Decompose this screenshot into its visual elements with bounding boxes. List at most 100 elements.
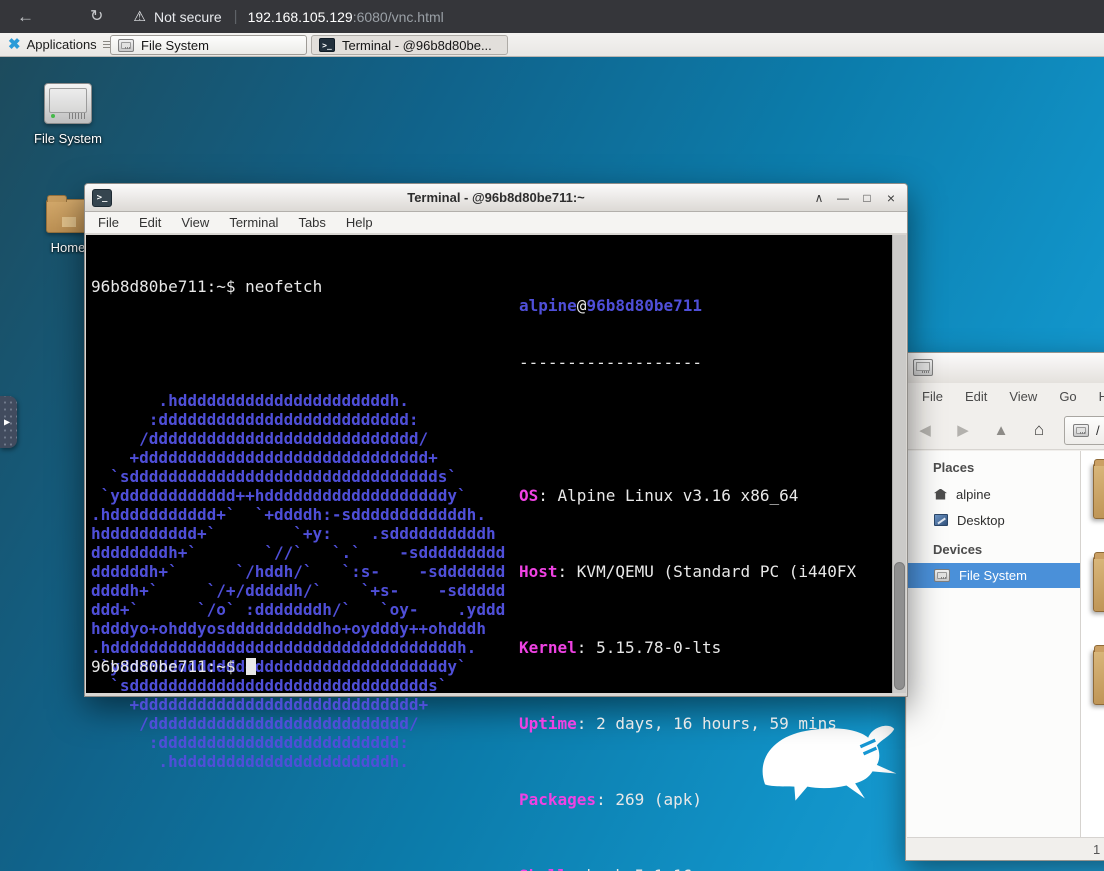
- info-row: OS: Alpine Linux v3.16 x86_64: [519, 486, 866, 505]
- terminal-icon: >_: [319, 38, 335, 52]
- forward-icon[interactable]: ▶: [944, 421, 982, 439]
- shade-button[interactable]: ∧: [807, 184, 831, 212]
- devices-header: Devices: [907, 533, 1080, 563]
- taskbar-button-label: Terminal - @96b8d80be...: [342, 38, 492, 53]
- at-sign: @: [577, 296, 587, 315]
- warning-icon[interactable]: ⚠: [133, 8, 146, 25]
- desktop-icon-file-system[interactable]: File System: [13, 83, 123, 146]
- sidebar-item-label: File System: [959, 568, 1027, 583]
- neofetch-info: alpine@96b8d80be711 ------------------- …: [519, 258, 866, 871]
- menu-item[interactable]: File: [911, 389, 954, 404]
- user-name: alpine: [519, 296, 577, 315]
- info-row: Kernel: 5.15.78-0-lts: [519, 638, 866, 657]
- menu-item[interactable]: Help: [1088, 389, 1104, 404]
- taskbar-button-file-system[interactable]: File System: [110, 35, 307, 55]
- sidebar-item-desktop[interactable]: Desktop: [907, 507, 1080, 533]
- up-icon[interactable]: ▲: [982, 422, 1020, 439]
- drive-icon: [934, 569, 950, 582]
- desktop-icon: [934, 514, 948, 526]
- terminal-window[interactable]: >_ Terminal - @96b8d80be711:~ ∧ — □ × Fi…: [84, 183, 908, 697]
- home-icon[interactable]: ⌂: [1020, 420, 1058, 440]
- folder-icon[interactable]: [1093, 649, 1104, 705]
- host-name: 96b8d80be711: [586, 296, 702, 315]
- drive-icon: [1073, 424, 1089, 437]
- menu-item[interactable]: Tabs: [288, 215, 335, 230]
- sidebar-item-file-system[interactable]: File System: [907, 563, 1080, 588]
- url-host: 192.168.105.129: [248, 9, 353, 25]
- statusbar-text: 1: [1093, 842, 1100, 857]
- menu-item[interactable]: View: [171, 215, 219, 230]
- drive-icon: [44, 83, 92, 124]
- sidebar-item-label: Desktop: [957, 513, 1005, 528]
- menu-item[interactable]: View: [998, 389, 1048, 404]
- browser-back-icon[interactable]: ←: [17, 8, 34, 25]
- path-button-root[interactable]: /: [1064, 416, 1104, 445]
- shell-prompt: 96b8d80be711:~$: [91, 277, 236, 296]
- menu-item[interactable]: Go: [1048, 389, 1087, 404]
- shell-prompt: 96b8d80be711:~$: [91, 657, 236, 676]
- close-button[interactable]: ×: [879, 184, 903, 212]
- drive-grill: [69, 113, 85, 119]
- file-manager-toolbar: ◀ ▶ ▲ ⌂ /: [906, 410, 1104, 450]
- terminal-titlebar[interactable]: >_ Terminal - @96b8d80be711:~ ∧ — □ ×: [85, 184, 907, 212]
- maximize-button[interactable]: □: [855, 184, 879, 212]
- terminal-cursor: [246, 658, 256, 675]
- terminal-scrollbar[interactable]: [892, 235, 906, 693]
- terminal-text: 96b8d80be711:~$ neofetch .hddddddddddddd…: [91, 239, 505, 847]
- browser-toolbar: ← ↻ ⚠ Not secure | 192.168.105.129:6080/…: [0, 0, 1104, 33]
- drive-led: [51, 114, 55, 118]
- browser-refresh-icon[interactable]: ↻: [90, 9, 103, 25]
- vnc-screen: ← ↻ ⚠ Not secure | 192.168.105.129:6080/…: [0, 0, 1104, 871]
- terminal-icon: >_: [92, 189, 112, 207]
- menu-item[interactable]: File: [88, 215, 129, 230]
- file-manager-body: Places alpine Desktop Devices File Syste…: [907, 451, 1104, 837]
- minimize-button[interactable]: —: [831, 184, 855, 212]
- taskbar-button-terminal[interactable]: >_ Terminal - @96b8d80be...: [311, 35, 508, 55]
- xfce-panel: ✖ Applications File System >_ Terminal -…: [0, 33, 1104, 57]
- info-row: Packages: 269 (apk): [519, 790, 866, 809]
- back-icon[interactable]: ◀: [906, 421, 944, 439]
- window-controls: ∧ — □ ×: [807, 184, 903, 212]
- file-manager-sidebar: Places alpine Desktop Devices File Syste…: [907, 451, 1081, 837]
- drive-icon: [118, 39, 134, 52]
- expand-arrow-icon: ▶: [4, 418, 10, 427]
- info-row: Host: KVM/QEMU (Standard PC (i440FX: [519, 562, 866, 581]
- folder-icon[interactable]: [1093, 463, 1104, 519]
- file-manager-titlebar[interactable]: [906, 353, 1104, 383]
- neofetch-title: alpine@96b8d80be711: [519, 296, 866, 315]
- menu-item[interactable]: Help: [336, 215, 383, 230]
- file-manager-window[interactable]: FileEditViewGoHelp ◀ ▶ ▲ ⌂ / Places alpi…: [905, 352, 1104, 861]
- path-label: /: [1096, 423, 1100, 438]
- prompt-line: 96b8d80be711:~$: [91, 657, 256, 676]
- folder-icon[interactable]: [1093, 556, 1104, 612]
- url-path: :6080/vnc.html: [353, 9, 444, 25]
- sidebar-item-alpine[interactable]: alpine: [907, 481, 1080, 507]
- file-manager-menubar: FileEditViewGoHelp: [906, 383, 1104, 410]
- url-divider: |: [234, 8, 238, 25]
- sidebar-item-label: alpine: [956, 487, 991, 502]
- applications-label: Applications: [27, 37, 97, 52]
- address-url[interactable]: 192.168.105.129:6080/vnc.html: [248, 9, 444, 25]
- security-label[interactable]: Not secure: [154, 9, 222, 25]
- neofetch-info-rows: OS: Alpine Linux v3.16 x86_64 Host: KVM/…: [519, 410, 866, 871]
- novnc-control-handle[interactable]: ▶: [0, 396, 17, 448]
- taskbar-button-label: File System: [141, 38, 209, 53]
- applications-menu-button[interactable]: ✖ Applications: [0, 33, 120, 57]
- scrollbar-thumb[interactable]: [894, 562, 905, 690]
- desktop-icon-label: File System: [13, 131, 123, 146]
- menu-item[interactable]: Terminal: [219, 215, 288, 230]
- neofetch-ascii-logo: .hddddddddddddddddddddddh. :dddddddddddd…: [91, 334, 505, 771]
- command-text: neofetch: [236, 277, 323, 296]
- info-row: Uptime: 2 days, 16 hours, 59 mins: [519, 714, 866, 733]
- file-manager-statusbar: 1: [907, 837, 1104, 860]
- menu-item[interactable]: Edit: [954, 389, 998, 404]
- window-title: Terminal - @96b8d80be711:~: [407, 190, 585, 205]
- terminal-content[interactable]: 96b8d80be711:~$ neofetch .hddddddddddddd…: [86, 235, 906, 693]
- prompt-line: 96b8d80be711:~$ neofetch: [91, 277, 505, 296]
- menu-item[interactable]: Edit: [129, 215, 171, 230]
- home-base-icon: [62, 217, 76, 227]
- xfce-logo-icon: ✖: [8, 37, 21, 52]
- terminal-menubar: FileEditViewTerminalTabsHelp: [85, 212, 907, 234]
- neofetch-separator: -------------------: [519, 353, 866, 372]
- info-row: Shell: bash 5.1.16: [519, 866, 866, 871]
